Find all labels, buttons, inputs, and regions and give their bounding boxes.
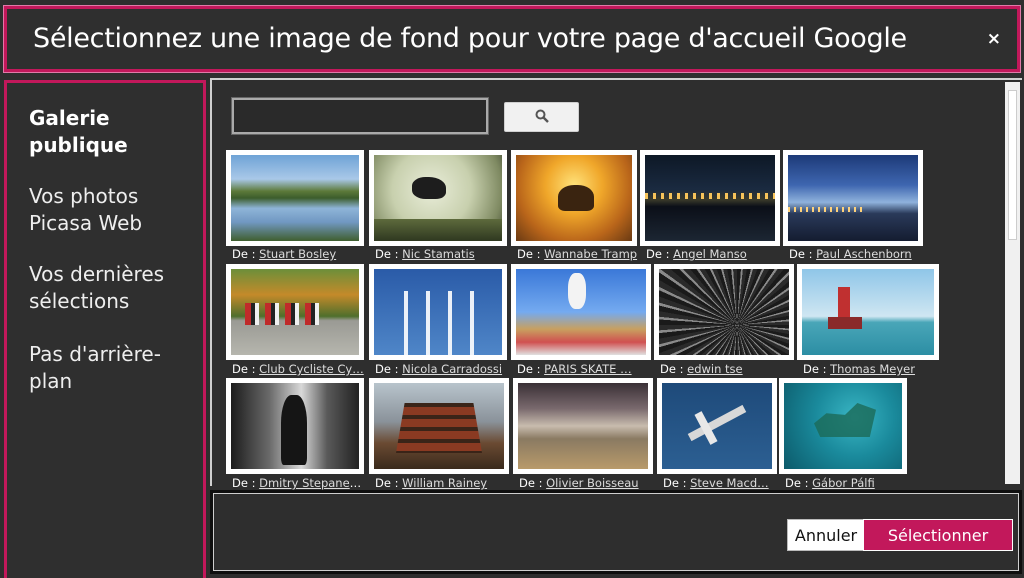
author-link[interactable]: Thomas Meyer: [830, 362, 915, 376]
author-link[interactable]: Dmitry Stepanenko: [259, 476, 364, 490]
photo-credit: De : Angel Manso: [646, 247, 778, 263]
credit-prefix: De :: [232, 476, 260, 490]
credit-prefix: De :: [375, 362, 403, 376]
author-link[interactable]: Gábor Pálfi: [812, 476, 875, 490]
select-button[interactable]: Sélectionner: [863, 519, 1013, 551]
figure-shape: [281, 395, 307, 465]
author-link[interactable]: Club Cycliste Cy…: [259, 362, 364, 376]
photo-thumbnail-beach-sky[interactable]: [513, 378, 653, 474]
photo-thumbnail-jets-formation[interactable]: [369, 264, 507, 360]
photo-credit: De : Stuart Bosley: [232, 247, 364, 263]
shore-lights: [788, 207, 866, 212]
search-icon: [535, 108, 549, 127]
photo-thumbnail-shipwreck[interactable]: [779, 378, 907, 474]
photo-thumbnail-street-bw[interactable]: [226, 378, 364, 474]
author-link[interactable]: PARIS SKATE …: [544, 362, 631, 376]
sidebar-item-no-background[interactable]: Pas d'arrière-plan: [29, 341, 204, 395]
background-picker-dialog: Sélectionnez une image de fond pour votr…: [0, 0, 1024, 578]
pagoda-shape: [396, 403, 482, 453]
search-input[interactable]: [231, 97, 489, 135]
photo-credit: De : Thomas Meyer: [803, 362, 937, 378]
credit-prefix: De :: [660, 362, 688, 376]
photo-credit: De : Nic Stamatis: [375, 247, 507, 263]
photo-credit: De : Club Cycliste Cy…: [232, 362, 364, 378]
author-link[interactable]: Nic Stamatis: [402, 247, 475, 261]
photo-credit: De : edwin tse: [660, 362, 792, 378]
credit-prefix: De :: [785, 476, 813, 490]
dialog-title: Sélectionnez une image de fond pour votr…: [33, 23, 907, 54]
photo-thumbnail-pagoda[interactable]: [369, 378, 509, 474]
credit-prefix: De :: [517, 362, 545, 376]
riders: [245, 303, 323, 325]
credit-prefix: De :: [519, 476, 547, 490]
smoke-trails: [394, 291, 484, 355]
photo-thumbnail-abstract-rays[interactable]: [654, 264, 794, 360]
lighthouse-shape: [838, 287, 850, 321]
photo-thumbnail-skater[interactable]: [511, 264, 651, 360]
author-link[interactable]: Wannabe Tramp: [544, 247, 637, 261]
sidebar: Galerie publique Vos photos Picasa Web V…: [4, 80, 206, 578]
lighthouse-base: [828, 317, 862, 329]
elephant-shape: [558, 185, 594, 211]
photo-thumbnail-coast-dusk[interactable]: [783, 150, 923, 246]
credit-prefix: De :: [663, 476, 691, 490]
credit-prefix: De :: [375, 476, 403, 490]
dialog-footer: Annuler Sélectionner: [210, 490, 1022, 574]
wreck-shape: [814, 403, 876, 437]
credit-prefix: De :: [375, 247, 403, 261]
author-link[interactable]: Stuart Bosley: [259, 247, 336, 261]
sidebar-item-public-gallery[interactable]: Galerie publique: [29, 105, 204, 159]
credit-prefix: De :: [646, 247, 674, 261]
author-link[interactable]: Steve Macd…: [690, 476, 769, 490]
credit-prefix: De :: [517, 247, 545, 261]
photo-thumbnail-aircraft-sea[interactable]: [657, 378, 777, 474]
photo-credit: De : Wannabe Tramp: [517, 247, 641, 263]
city-lights: [645, 193, 775, 199]
credit-prefix: De :: [803, 362, 831, 376]
sidebar-item-picasa-photos[interactable]: Vos photos Picasa Web: [29, 183, 204, 237]
cancel-button[interactable]: Annuler: [787, 519, 865, 551]
author-link[interactable]: edwin tse: [687, 362, 743, 376]
photo-thumbnail-mountain-lake[interactable]: [226, 150, 364, 246]
skater-shape: [568, 273, 586, 309]
gallery-scrollbar[interactable]: [1005, 82, 1020, 484]
author-link[interactable]: Angel Manso: [673, 247, 747, 261]
photo-credit: De : PARIS SKATE …: [517, 362, 645, 378]
author-link[interactable]: Paul Aschenborn: [816, 247, 912, 261]
sidebar-item-recent-selections[interactable]: Vos dernières sélections: [29, 261, 204, 315]
photo-thumbnail-city-bridge-night[interactable]: [640, 150, 780, 246]
dialog-titlebar: Sélectionnez une image de fond pour votr…: [4, 6, 1020, 72]
photo-thumbnail-motocross-jump[interactable]: [369, 150, 507, 246]
photo-thumbnail-cyclists[interactable]: [226, 264, 364, 360]
author-link[interactable]: William Rainey: [402, 476, 487, 490]
rider-shape: [412, 177, 446, 199]
credit-prefix: De :: [232, 362, 260, 376]
gallery-panel: De : Stuart Bosley De : Nic Stamatis De …: [210, 78, 1022, 490]
photo-thumbnail-elephant-sunset[interactable]: [511, 150, 637, 246]
photo-credit: De : Paul Aschenborn: [789, 247, 921, 263]
credit-prefix: De :: [789, 247, 817, 261]
author-link[interactable]: Nicola Carradossi: [402, 362, 502, 376]
photo-credit: De : Nicola Carradossi: [375, 362, 507, 378]
credit-prefix: De :: [232, 247, 260, 261]
search-button[interactable]: [504, 102, 579, 132]
treeline: [374, 219, 502, 241]
author-link[interactable]: Olivier Boisseau: [546, 476, 638, 490]
photo-thumbnail-lighthouse[interactable]: [797, 264, 939, 360]
scrollbar-thumb[interactable]: [1008, 90, 1017, 240]
aircraft-wing: [687, 404, 747, 442]
close-icon[interactable]: ×: [987, 29, 1001, 49]
